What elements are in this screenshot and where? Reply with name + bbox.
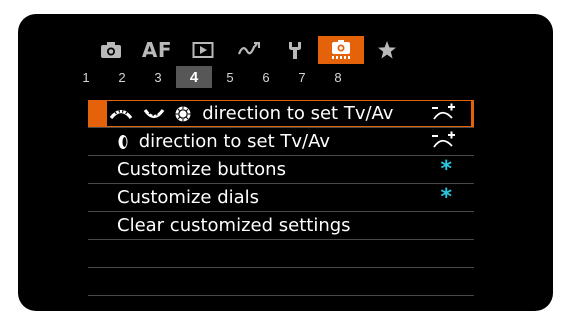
page-number[interactable]: 7 xyxy=(284,66,320,88)
tab-my-menu[interactable] xyxy=(364,36,410,64)
tab-custom-functions[interactable] xyxy=(318,36,364,64)
page-number[interactable]: 3 xyxy=(140,66,176,88)
menu-empty-row xyxy=(88,268,474,296)
main-dial-icon xyxy=(109,107,133,121)
tab-playback[interactable] xyxy=(180,36,226,64)
menu-item-text: direction to set Tv/Av xyxy=(138,131,330,152)
wireless-icon xyxy=(237,41,261,59)
menu-item-customize-dials[interactable]: Customize dials * xyxy=(88,184,474,212)
page-number-active[interactable]: 4 xyxy=(176,66,212,88)
tab-af[interactable]: AF xyxy=(134,36,180,64)
page-number[interactable]: 1 xyxy=(68,66,104,88)
menu-item-label: Customize buttons xyxy=(117,159,286,180)
page-number[interactable]: 5 xyxy=(212,66,248,88)
quick-control-dial-icon xyxy=(143,107,165,121)
tab-wireless[interactable] xyxy=(226,36,272,64)
menu-item-label: Clear customized settings xyxy=(117,215,351,236)
dial-direction-icon xyxy=(430,129,458,156)
customized-indicator: * xyxy=(440,185,452,210)
menu-item-label: direction to set Tv/Av xyxy=(109,103,393,124)
page-number[interactable]: 6 xyxy=(248,66,284,88)
playback-icon xyxy=(192,41,214,59)
tab-shooting[interactable] xyxy=(88,36,134,64)
customized-indicator: * xyxy=(440,157,452,182)
page-number[interactable]: 8 xyxy=(320,66,356,88)
page-number-bar: 1 2 3 4 5 6 7 8 xyxy=(82,66,356,88)
camera-icon xyxy=(100,41,122,59)
tab-af-label: AF xyxy=(141,38,173,62)
page-number[interactable]: 2 xyxy=(104,66,140,88)
custom-functions-menu: direction to set Tv/Av direction to set … xyxy=(88,100,474,296)
menu-item-text: direction to set Tv/Av xyxy=(202,103,394,124)
dial-direction-icon xyxy=(430,101,458,128)
star-icon xyxy=(377,40,397,60)
control-ring-icon xyxy=(174,105,192,123)
menu-tab-bar: AF xyxy=(88,36,410,64)
menu-item-label: Customize dials xyxy=(117,187,260,208)
menu-item-dial-direction-main[interactable]: direction to set Tv/Av xyxy=(88,100,474,128)
menu-item-dial-direction-control[interactable]: direction to set Tv/Av xyxy=(88,128,474,156)
menu-empty-row xyxy=(88,240,474,268)
menu-item-clear-customized-settings[interactable]: Clear customized settings xyxy=(88,212,474,240)
menu-item-customize-buttons[interactable]: Customize buttons * xyxy=(88,156,474,184)
menu-item-label: direction to set Tv/Av xyxy=(117,131,330,152)
control-dial-icon xyxy=(117,134,129,150)
custom-functions-icon xyxy=(329,39,353,61)
wrench-icon xyxy=(286,40,304,60)
tab-setup[interactable] xyxy=(272,36,318,64)
